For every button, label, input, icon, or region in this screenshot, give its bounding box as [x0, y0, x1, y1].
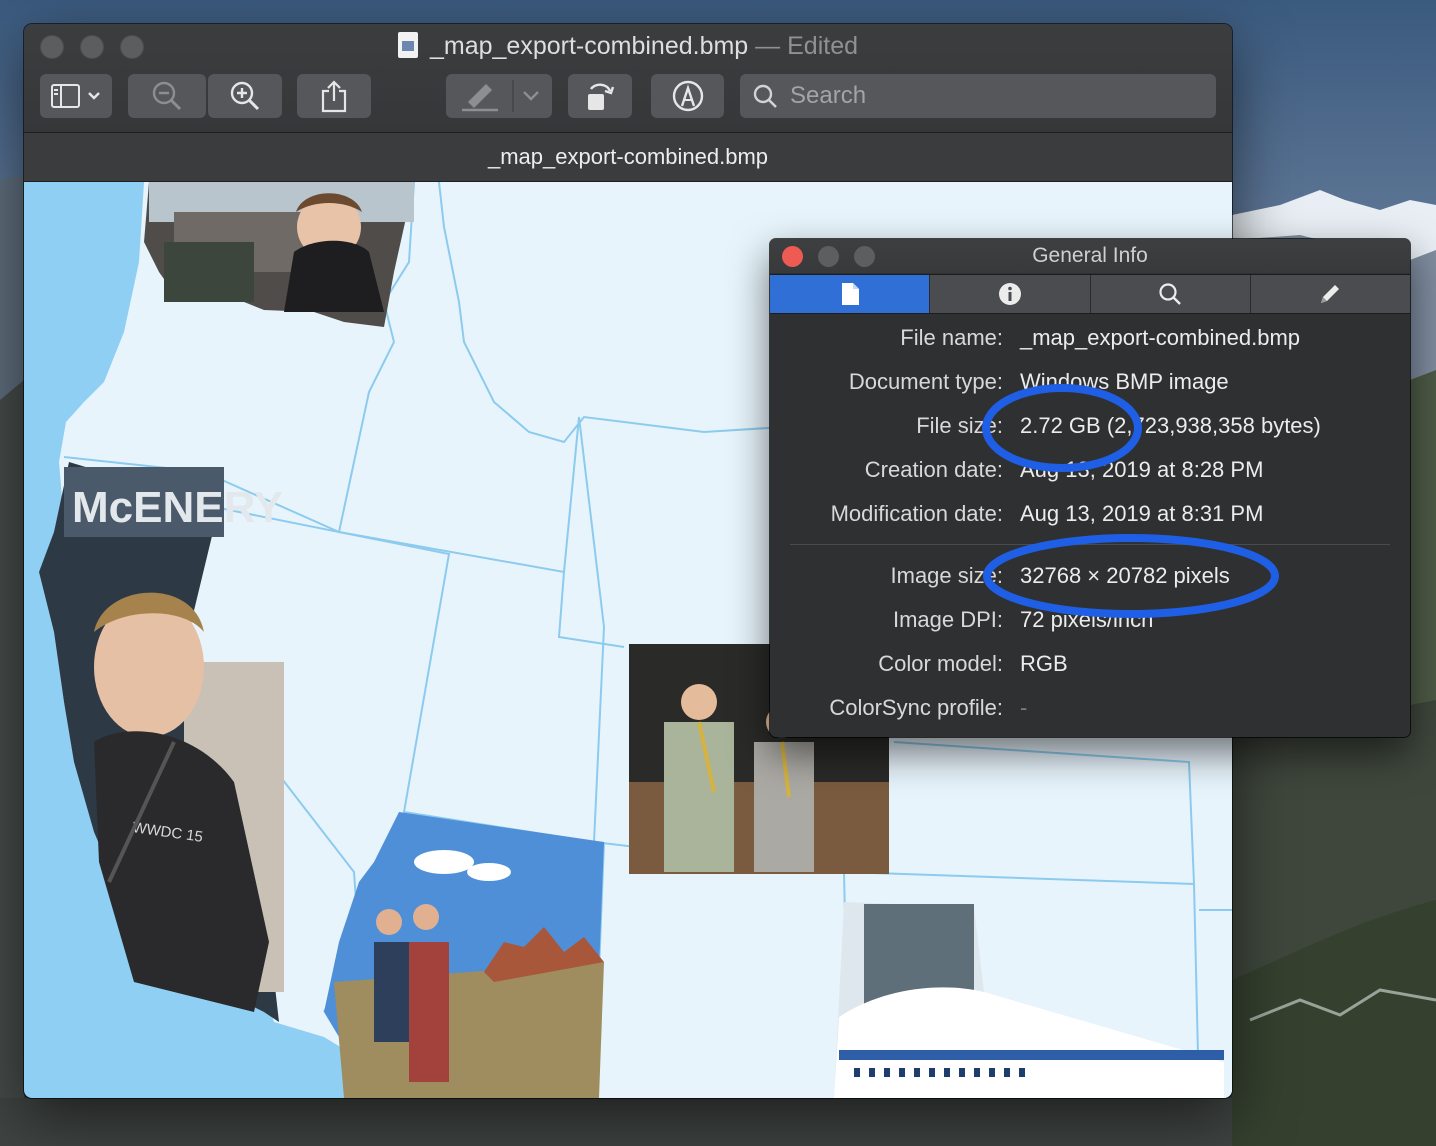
document-icon: [841, 283, 859, 305]
info-row-image-size: Image size: 32768 × 20782 pixels: [770, 563, 1410, 593]
document-tab[interactable]: _map_export-combined.bmp: [24, 133, 1232, 182]
share-icon: [321, 80, 347, 113]
info-row-file-size: File size: 2.72 GB (2,723,938,358 bytes): [770, 413, 1410, 443]
info-label: Modification date:: [830, 501, 1003, 526]
inspector-tabs: [770, 274, 1410, 314]
info-label: Image size:: [890, 563, 1004, 588]
bmp-document-icon: [397, 32, 418, 58]
info-value: 72 pixels/inch: [1020, 607, 1154, 632]
tab-keywords[interactable]: [1090, 275, 1251, 313]
sidebar-toggle-icon: [51, 84, 100, 108]
zoom-in-button[interactable]: [208, 74, 282, 118]
info-label: File size:: [916, 413, 1003, 438]
tab-annotations[interactable]: [1250, 275, 1410, 313]
info-value: Aug 13, 2019 at 8:31 PM: [1020, 501, 1264, 526]
building-sign-text: McENERY: [72, 483, 283, 532]
info-row-file-name: File name: _map_export-combined.bmp: [770, 325, 1410, 355]
general-info-inspector: General Info File name: _map_export-comb…: [770, 239, 1410, 737]
info-value: 32768 × 20782 pixels: [1020, 563, 1230, 588]
pencil-icon: [1321, 285, 1340, 303]
info-divider: [790, 544, 1390, 545]
info-value: Aug 13, 2019 at 8:28 PM: [1020, 457, 1264, 482]
window-titlebar: _map_export-combined.bmp — Edited: [24, 24, 1232, 133]
search-icon: [753, 84, 777, 108]
info-value: -: [1020, 695, 1028, 720]
search-input[interactable]: [788, 81, 1192, 111]
window-title: _map_export-combined.bmp — Edited: [24, 32, 1232, 61]
rotate-button[interactable]: [568, 74, 632, 118]
tab-more-info[interactable]: [930, 275, 1091, 313]
info-label: Color model:: [878, 651, 1003, 676]
markup-button[interactable]: [651, 74, 724, 118]
info-label: Image DPI:: [892, 607, 1003, 632]
window-title-text: _map_export-combined.bmp: [429, 32, 749, 60]
info-row-color-model: Color model: RGB: [770, 651, 1410, 681]
edited-status: — Edited: [755, 32, 859, 60]
info-label: Creation date:: [864, 457, 1003, 482]
info-value: Windows BMP image: [1020, 369, 1229, 394]
sidebar-toggle-button[interactable]: [40, 74, 112, 118]
info-value: 2.72 GB (2,723,938,358 bytes): [1020, 413, 1321, 438]
zoom-out-button[interactable]: [128, 74, 206, 118]
tab-general-info[interactable]: [770, 275, 931, 313]
zoom-out-icon: [152, 81, 182, 111]
inspector-zoom-button[interactable]: [854, 246, 875, 267]
info-label: File name:: [900, 325, 1003, 350]
magnifier-icon: [1159, 283, 1181, 305]
info-label: Document type:: [848, 369, 1003, 394]
inspector-close-button[interactable]: [782, 246, 803, 267]
info-row-modification-date: Modification date: Aug 13, 2019 at 8:31 …: [770, 501, 1410, 531]
info-row-creation-date: Creation date: Aug 13, 2019 at 8:28 PM: [770, 457, 1410, 487]
rotate-icon: [588, 83, 615, 110]
info-row-document-type: Document type: Windows BMP image: [770, 369, 1410, 399]
markup-icon: [672, 80, 703, 112]
inspector-minimize-button[interactable]: [818, 246, 839, 267]
info-value: RGB: [1020, 651, 1068, 676]
info-label: ColorSync profile:: [829, 695, 1003, 720]
info-row-image-dpi: Image DPI: 72 pixels/inch: [770, 607, 1410, 637]
share-button[interactable]: [297, 74, 371, 118]
highlighter-icon: [462, 80, 539, 112]
highlight-button[interactable]: [446, 74, 552, 118]
info-row-colorsync-profile: ColorSync profile: -: [770, 695, 1410, 725]
info-icon: [998, 283, 1021, 305]
info-value: _map_export-combined.bmp: [1020, 325, 1301, 350]
search-field[interactable]: [740, 74, 1216, 118]
zoom-in-icon: [230, 81, 260, 111]
